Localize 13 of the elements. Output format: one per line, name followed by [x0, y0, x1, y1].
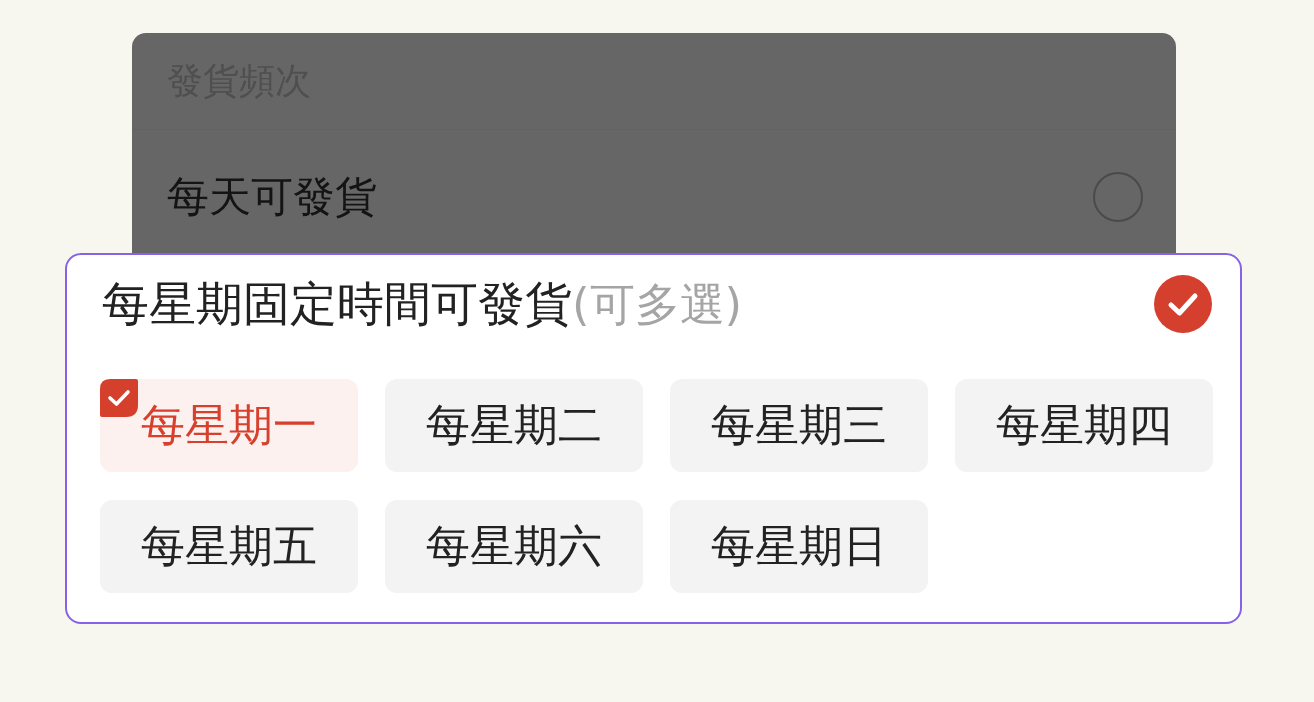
option-title: 每星期固定時間可發貨	[102, 275, 572, 333]
check-circle-icon[interactable]	[1154, 275, 1212, 333]
day-option[interactable]: 每星期二	[385, 379, 643, 472]
day-option[interactable]: 每星期五	[100, 500, 358, 593]
day-option[interactable]: 每星期三	[670, 379, 928, 472]
day-option[interactable]: 每星期四	[955, 379, 1213, 472]
radio-circle[interactable]	[1093, 172, 1143, 222]
day-option[interactable]: 每星期一	[100, 379, 358, 472]
day-option[interactable]: 每星期日	[670, 500, 928, 593]
check-badge-icon	[100, 379, 138, 417]
option-card[interactable]: 每星期固定時間可發貨(可多選) 每星期一 每星期二 每星期三 每星期四 每星期五 每星期六 每星期日	[65, 253, 1242, 624]
option-hint: (可多選)	[572, 277, 743, 332]
day-option[interactable]: 每星期六	[385, 500, 643, 593]
